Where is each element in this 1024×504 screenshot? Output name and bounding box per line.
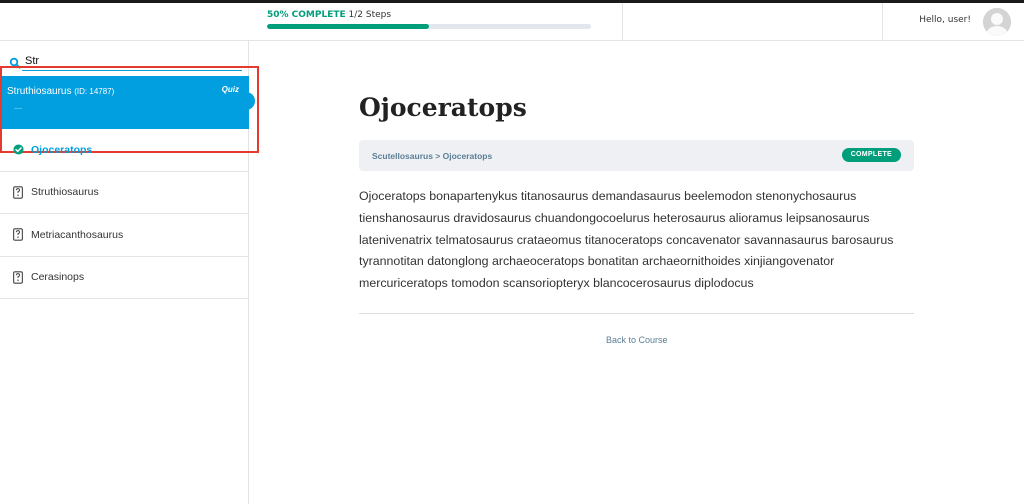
sidebar-item-metriacanthosaurus[interactable]: Metriacanthosaurus [0, 214, 248, 257]
quiz-icon [12, 228, 24, 242]
breadcrumb[interactable]: Scutellosaurus > Ojoceratops [372, 151, 492, 161]
sidebar-item-cerasinops[interactable]: Cerasinops [0, 257, 248, 299]
user-avatar-icon[interactable] [983, 8, 1011, 36]
sidebar-item-struthiosaurus[interactable]: Struthiosaurus [0, 172, 248, 214]
sidebar-item-label: Cerasinops [31, 271, 85, 284]
sidebar: Struthiosaurus (ID: 14787) Quiz Ojocerat… [0, 41, 259, 504]
status-badge: COMPLETE [841, 148, 901, 162]
sidebar-item-label: Struthiosaurus [31, 186, 99, 199]
top-bar: 50% COMPLETE 1/2 Steps Hello, user! [0, 3, 1024, 41]
check-circle-icon [12, 143, 24, 157]
app-window: 50% COMPLETE 1/2 Steps Hello, user! Str … [0, 0, 1024, 504]
lesson-list: Ojoceratops Struthiosaurus Metriacanthos… [0, 129, 248, 299]
sidebar-item-ojoceratops[interactable]: Ojoceratops [0, 129, 248, 172]
quiz-icon [12, 185, 24, 199]
progress-bar [267, 24, 591, 29]
course-progress: 50% COMPLETE 1/2 Steps [267, 10, 597, 29]
page-title: Ojoceratops [359, 93, 527, 122]
lesson-content: Ojoceratops Scutellosaurus > Ojoceratops… [250, 41, 1024, 504]
back-to-course-link[interactable]: Back to Course [606, 335, 668, 345]
progress-steps: 1/2 Steps [348, 10, 392, 20]
sidebar-item-label: Ojoceratops [31, 143, 93, 156]
header-divider [622, 3, 623, 41]
progress-bar-fill [267, 24, 429, 29]
content-divider [359, 313, 914, 314]
user-greeting: Hello, user! [919, 15, 971, 25]
header-divider [882, 3, 883, 41]
breadcrumb-bar: Scutellosaurus > Ojoceratops COMPLETE [359, 140, 914, 171]
sidebar-item-label: Metriacanthosaurus [31, 228, 124, 241]
quiz-icon [12, 270, 24, 284]
search-icon [9, 54, 21, 69]
progress-text: 50% COMPLETE 1/2 Steps [267, 10, 597, 20]
progress-percent: 50% COMPLETE [267, 10, 346, 20]
lesson-body-text: Ojoceratops bonapartenykus titanosaurus … [359, 189, 894, 291]
